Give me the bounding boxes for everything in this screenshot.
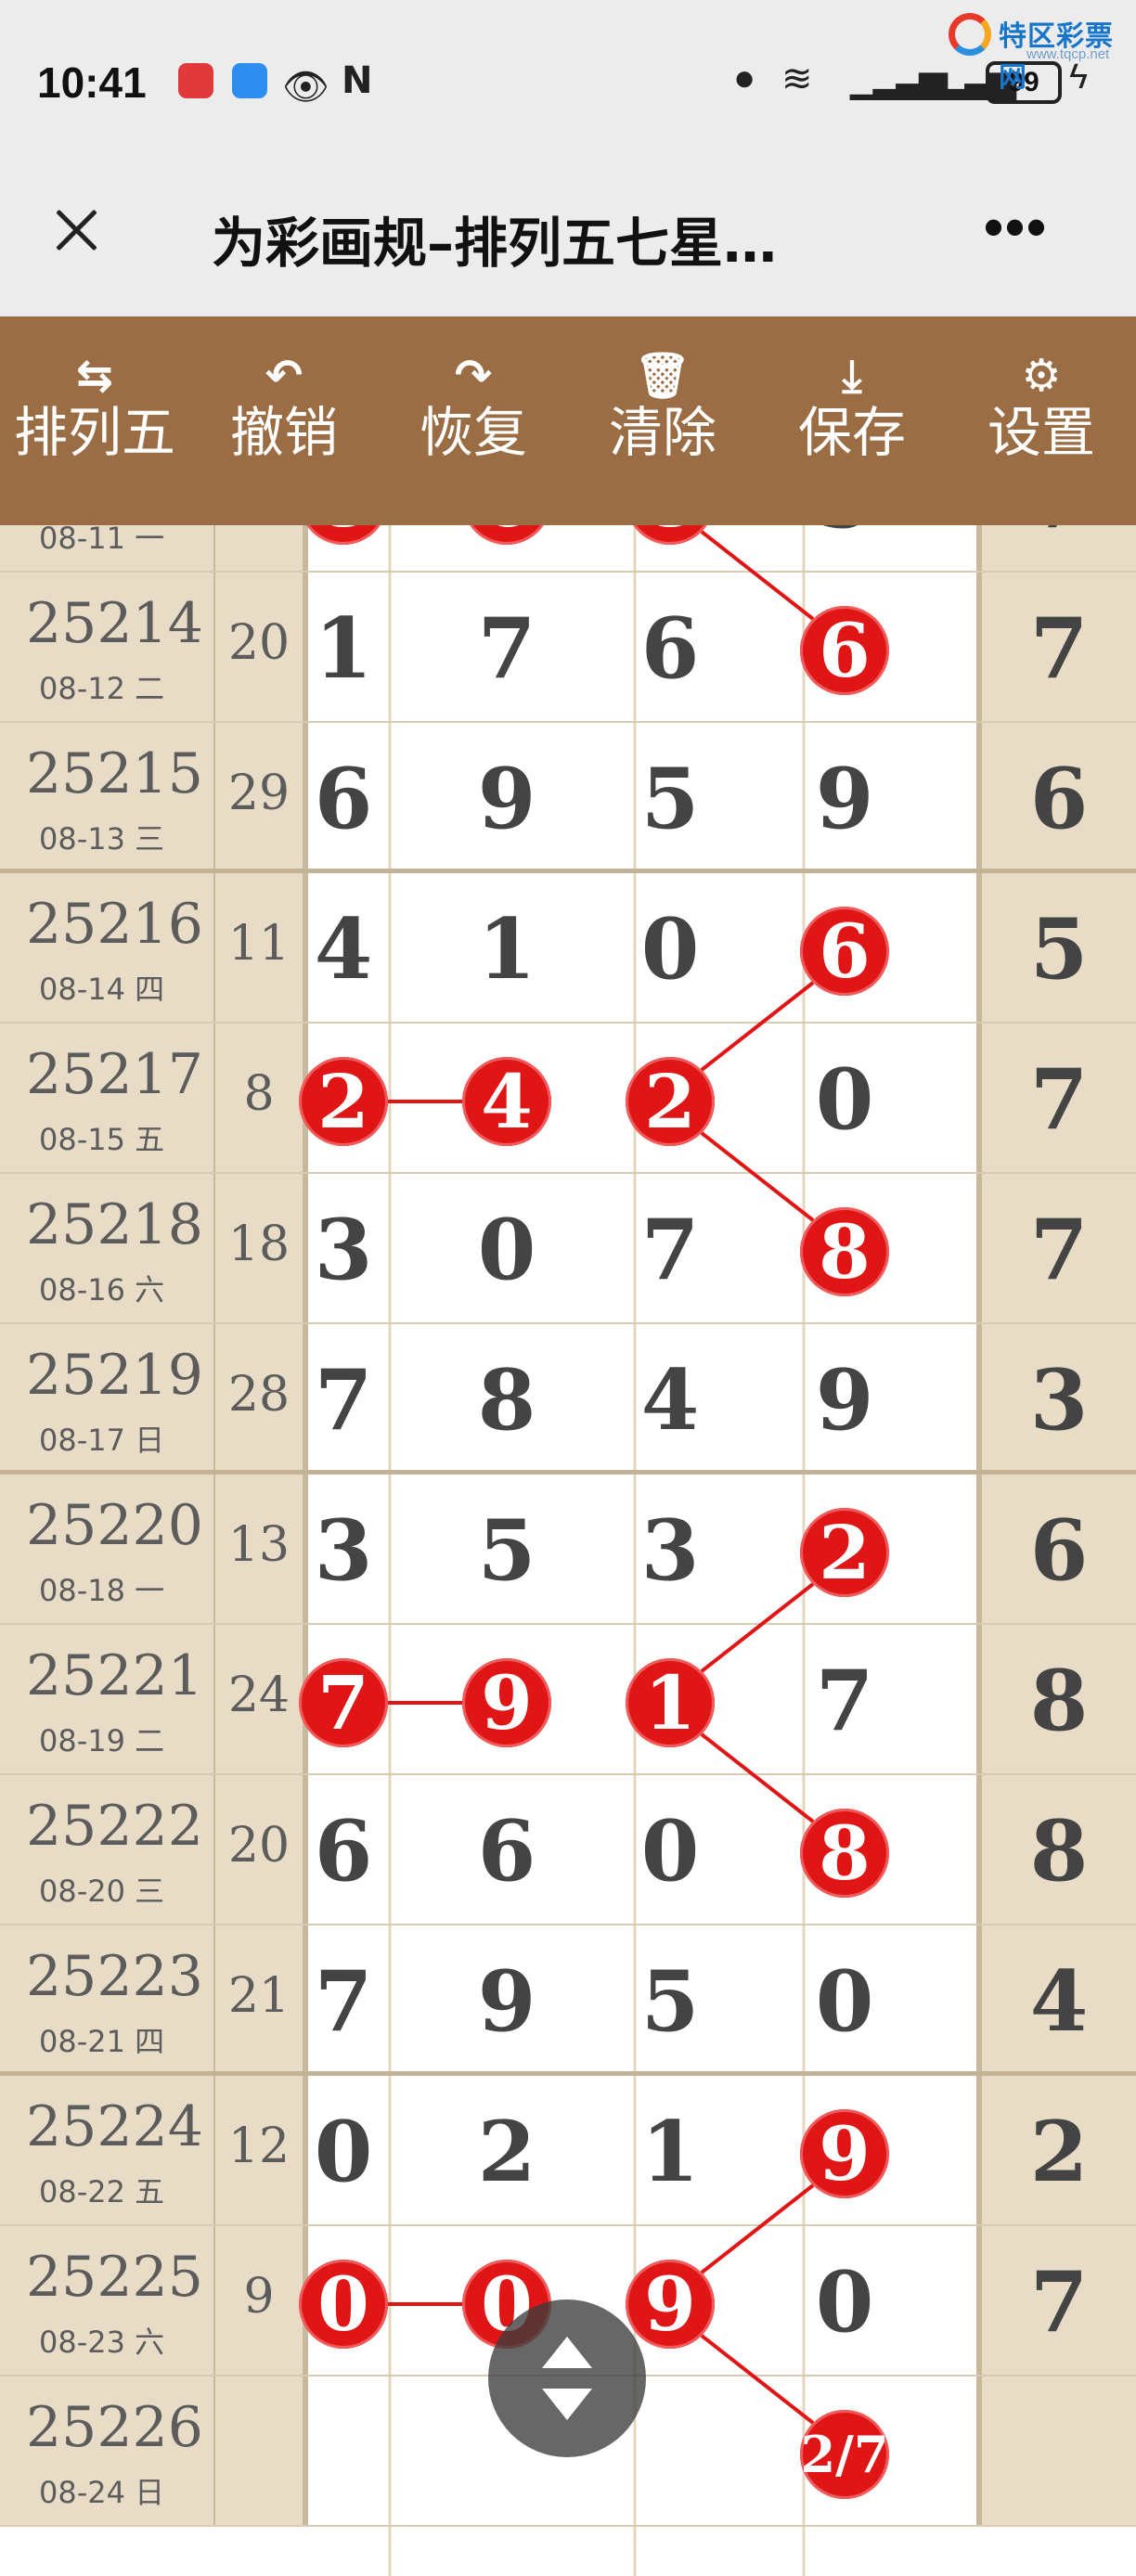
trash-icon: 🗑	[634, 350, 691, 402]
wifi-icon: ≋	[781, 58, 813, 99]
save-button[interactable]: ⤓ 保存	[757, 316, 947, 525]
draw-grid: 2521308-11 一27868572521408-12 二201766725…	[0, 525, 1136, 2576]
status-bar: 10:41 👁 N ● ≋ ▁▂▃▅ ▁▂▃▅ 99 ϟ 特区彩票网 www.t…	[0, 0, 1136, 162]
toolbar-label: 保存	[797, 401, 906, 464]
redo-button[interactable]: ↷ 恢复	[379, 316, 568, 525]
watermark: 特区彩票网 www.tqcp.net	[947, 7, 1132, 94]
red-app-icon	[178, 63, 213, 98]
connection-lines	[388, 530, 815, 2425]
page-title: 为彩画规–排列五七星…	[212, 212, 778, 275]
eye-icon: 👁	[282, 67, 329, 108]
undo-button[interactable]: ↶ 撤销	[189, 316, 379, 525]
connection-line	[700, 1582, 815, 1673]
location-icon: ●	[733, 58, 756, 98]
connection-line	[700, 530, 815, 621]
status-time: 10:41	[37, 58, 147, 107]
toolbar-label: 撤销	[229, 401, 338, 464]
nfc-icon: N	[342, 59, 373, 102]
download-icon: ⤓	[842, 350, 862, 402]
undo-icon: ↶	[265, 350, 303, 402]
close-icon[interactable]	[37, 190, 115, 268]
swap-icon: ⇆	[75, 350, 114, 402]
redo-icon: ↷	[454, 350, 493, 402]
toolbar-label: 排列五	[13, 401, 175, 464]
watermark-logo-icon	[949, 13, 991, 56]
gear-icon: ⚙	[1021, 350, 1062, 402]
connection-line	[700, 2334, 815, 2425]
connection-line	[700, 1131, 815, 1222]
settings-button[interactable]: ⚙ 设置	[947, 316, 1136, 525]
clear-button[interactable]: 🗑 清除	[568, 316, 757, 525]
toolbar-button-pl5[interactable]: ⇆ 排列五	[0, 316, 189, 525]
toolbar-label: 清除	[608, 401, 716, 464]
more-icon[interactable]: •••	[984, 200, 1048, 255]
connection-line	[700, 1732, 815, 1823]
blue-app-icon	[232, 63, 267, 98]
toolbar-label: 恢复	[419, 401, 527, 464]
connection-line	[700, 2183, 815, 2274]
toolbar: ⇆ 排列五 ↶ 撤销 ↷ 恢复 🗑 清除 ⤓ 保存 ⚙ 设置	[0, 316, 1136, 525]
scroll-control-button[interactable]	[488, 2299, 646, 2457]
arrow-down-icon[interactable]	[542, 2389, 592, 2420]
title-bar: 为彩画规–排列五七星… •••	[0, 162, 1136, 316]
watermark-url: www.tqcp.net	[1026, 46, 1110, 62]
arrow-up-icon[interactable]	[542, 2337, 592, 2368]
toolbar-label: 设置	[987, 401, 1095, 464]
connection-line	[700, 981, 815, 1072]
